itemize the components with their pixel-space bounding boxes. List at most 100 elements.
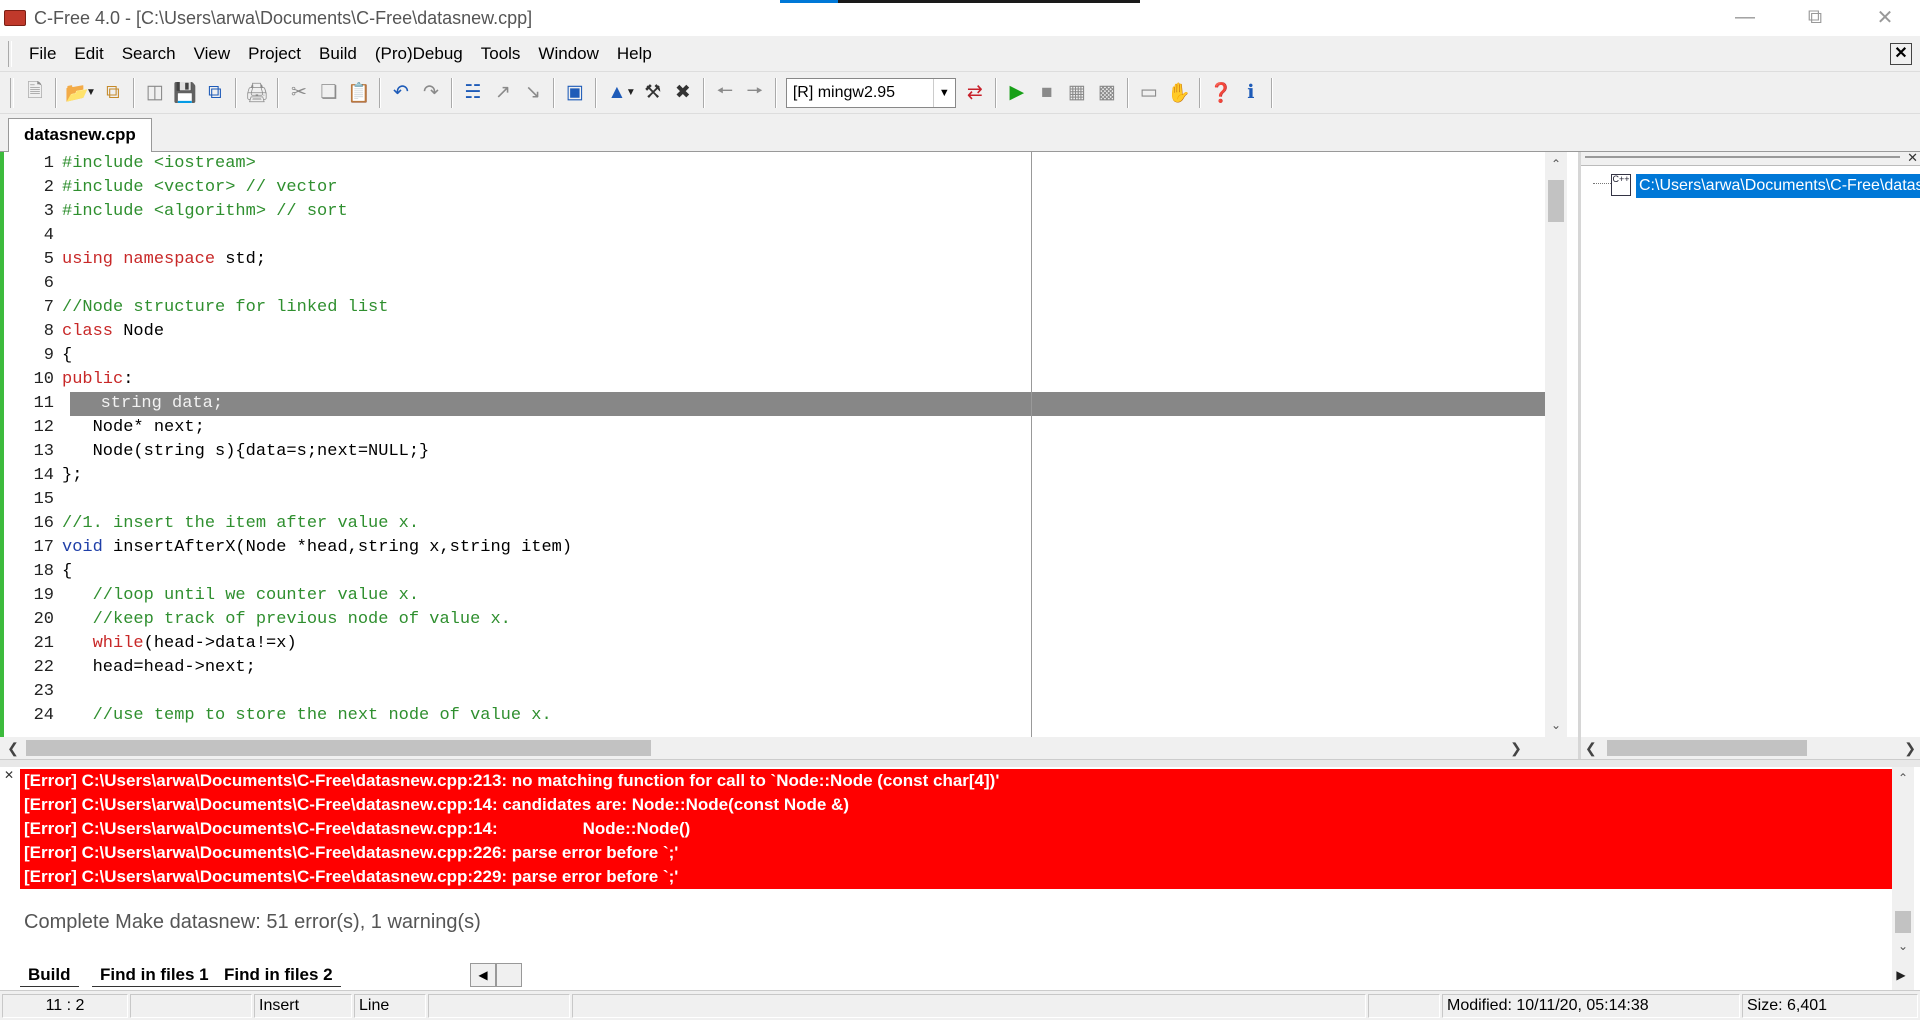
build-icon[interactable]: ⚒	[638, 78, 668, 108]
error-line[interactable]: [Error] C:\Users\arwa\Documents\C-Free\d…	[20, 793, 1892, 817]
close-file-icon[interactable]: ◫	[140, 78, 170, 108]
scroll-up-icon[interactable]: ⌃	[1892, 771, 1914, 785]
scroll-down-icon[interactable]: ⌄	[1545, 715, 1567, 735]
scroll-thumb[interactable]	[1895, 911, 1911, 933]
code-line[interactable]: 6	[0, 272, 1545, 296]
code-line[interactable]: 21 while(head->data!=x)	[0, 632, 1545, 656]
code-line[interactable]: 1 #include <iostream>	[0, 152, 1545, 176]
stop-icon[interactable]: ■	[1032, 78, 1062, 108]
code-editor[interactable]: 1 #include <iostream> 2 #include <vector> /…	[0, 152, 1578, 737]
forward-icon[interactable]: 🠖	[740, 78, 770, 108]
undo-icon[interactable]: ↶	[386, 78, 416, 108]
help-icon[interactable]: ❓	[1206, 78, 1236, 108]
scroll-right-icon[interactable]: ❯	[1505, 737, 1527, 759]
open-project-icon[interactable]: ⧉	[98, 78, 128, 108]
code-line[interactable]: 7 //Node structure for linked list	[0, 296, 1545, 320]
save-all-icon[interactable]: ⧉	[200, 78, 230, 108]
menu-view[interactable]: View	[185, 39, 240, 69]
code-line[interactable]: 22 head=head->next;	[0, 656, 1545, 680]
output-vertical-scrollbar[interactable]: ⌃ ⌄	[1892, 767, 1914, 990]
menu-file[interactable]: File	[20, 39, 65, 69]
print-icon[interactable]: 🖨	[242, 78, 272, 108]
info-icon[interactable]: ℹ	[1236, 78, 1266, 108]
tab-build[interactable]: Build	[20, 963, 79, 987]
code-line[interactable]: 2 #include <vector> // vector	[0, 176, 1545, 200]
cut-icon[interactable]: ✂	[284, 78, 314, 108]
minimize-button[interactable]: —	[1710, 0, 1780, 34]
scroll-thumb[interactable]	[26, 740, 651, 756]
code-line[interactable]: 23	[0, 680, 1545, 704]
close-output-icon[interactable]: ✕	[2, 769, 16, 783]
restore-button[interactable]: ⧉	[1780, 0, 1850, 34]
error-line[interactable]: [Error] C:\Users\arwa\Documents\C-Free\d…	[20, 865, 1892, 889]
menu-help[interactable]: Help	[608, 39, 661, 69]
code-line[interactable]: 20 //keep track of previous node of valu…	[0, 608, 1545, 632]
find-icon[interactable]: ☵	[458, 78, 488, 108]
menu-tools[interactable]: Tools	[472, 39, 530, 69]
copy-icon[interactable]: ❏	[314, 78, 344, 108]
tab-find-in-files-1[interactable]: Find in files 1	[92, 963, 217, 987]
compile-dropdown-icon[interactable]: ▼	[626, 87, 636, 98]
code-line[interactable]: 18 {	[0, 560, 1545, 584]
panel-drag-grip[interactable]	[1585, 156, 1900, 158]
menu-edit[interactable]: Edit	[65, 39, 112, 69]
code-line[interactable]: 17 void insertAfterX(Node *head,string x,…	[0, 536, 1545, 560]
menu-build[interactable]: Build	[310, 39, 366, 69]
replace-icon[interactable]: ↘	[518, 78, 548, 108]
debug-step-icon[interactable]: ▭	[1134, 78, 1164, 108]
code-line[interactable]: 8 class Node	[0, 320, 1545, 344]
open-dropdown-icon[interactable]: ▼	[86, 87, 96, 98]
redo-icon[interactable]: ↷	[416, 78, 446, 108]
menu-search[interactable]: Search	[113, 39, 185, 69]
menu-project[interactable]: Project	[239, 39, 310, 69]
debug-hand-icon[interactable]: ✋	[1164, 78, 1194, 108]
scroll-up-icon[interactable]: ⌃	[1545, 154, 1567, 174]
output-scroll-right-icon[interactable]: ▶	[1890, 963, 1912, 987]
tree-item-datasnew[interactable]: C:\Users\arwa\Documents\C-Free\datasnew.…	[1636, 174, 1920, 198]
code-line[interactable]: 10 public:	[0, 368, 1545, 392]
code-line[interactable]: 14};	[0, 464, 1545, 488]
paste-icon[interactable]: 📋	[344, 78, 374, 108]
chevron-down-icon[interactable]: ▼	[932, 78, 955, 107]
scroll-thumb[interactable]	[1548, 180, 1564, 222]
scroll-thumb[interactable]	[1607, 740, 1807, 756]
tab-datasnew-cpp[interactable]: datasnew.cpp	[8, 118, 152, 152]
tab-find-in-files-2[interactable]: Find in files 2	[216, 963, 341, 987]
code-line[interactable]: 3 #include <algorithm> // sort	[0, 200, 1545, 224]
output-splitter[interactable]	[0, 759, 1920, 767]
back-icon[interactable]: 🠔	[710, 78, 740, 108]
code-line[interactable]: 12 Node* next;	[0, 416, 1545, 440]
code-line[interactable]: 15	[0, 488, 1545, 512]
scroll-down-icon[interactable]: ⌄	[1892, 939, 1914, 953]
code-line[interactable]: 19 //loop until we counter value x.	[0, 584, 1545, 608]
close-window-button[interactable]: ✕	[1850, 0, 1920, 34]
menu-window[interactable]: Window	[529, 39, 607, 69]
compiler-reset-icon[interactable]: ⇄	[960, 78, 990, 108]
stop-build-icon[interactable]: ✖	[668, 78, 698, 108]
new-file-icon[interactable]: 🗎	[20, 78, 50, 108]
code-line[interactable]: 5 using namespace std;	[0, 248, 1545, 272]
panel-horizontal-scrollbar[interactable]: ❮ ❯	[1581, 737, 1920, 759]
code-line[interactable]: 16 //1. insert the item after value x.	[0, 512, 1545, 536]
code-line[interactable]: 24 //use temp to store the next node of …	[0, 704, 1545, 728]
tabs-scroll-right-icon[interactable]	[496, 963, 522, 987]
editor-vertical-scrollbar[interactable]: ⌃ ⌄	[1545, 152, 1567, 737]
editor-horizontal-scrollbar[interactable]: ❮ ❯	[0, 737, 1545, 759]
close-document-button[interactable]: ✕	[1890, 43, 1912, 65]
find-next-icon[interactable]: ↗	[488, 78, 518, 108]
error-line[interactable]: [Error] C:\Users\arwa\Documents\C-Free\d…	[20, 841, 1892, 865]
compiler-select[interactable]: [R] mingw2.95 ▼	[785, 77, 956, 108]
menu-debug[interactable]: (Pro)Debug	[366, 39, 472, 69]
scroll-left-icon[interactable]: ❮	[1585, 737, 1597, 759]
code-line[interactable]: 11 string data;	[0, 392, 1545, 416]
code-line[interactable]: 9{	[0, 344, 1545, 368]
build-project-icon[interactable]: ▩	[1092, 78, 1122, 108]
code-line[interactable]: 13 Node(string s){data=s;next=NULL;}	[0, 440, 1545, 464]
error-line[interactable]: [Error] C:\Users\arwa\Documents\C-Free\d…	[20, 817, 1892, 841]
scroll-right-icon[interactable]: ❯	[1904, 737, 1916, 759]
save-icon[interactable]: 💾	[170, 78, 200, 108]
close-panel-icon[interactable]: ✕	[1907, 150, 1918, 166]
tabs-scroll-left-icon[interactable]: ◀	[470, 963, 496, 987]
scroll-left-icon[interactable]: ❮	[2, 737, 24, 759]
find-in-files-icon[interactable]: ▣	[560, 78, 590, 108]
